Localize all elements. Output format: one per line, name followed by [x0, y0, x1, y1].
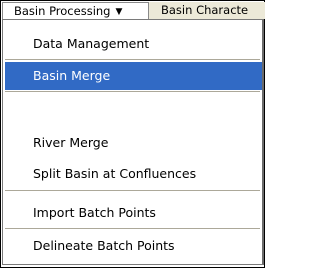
menu-bar: Basin Processing ▼ Basin Characte — [2, 2, 265, 19]
menu-basin-characteristics[interactable]: Basin Characte — [152, 2, 265, 19]
menu-item-split-basin-at-confluences[interactable]: Split Basin at Confluences — [5, 160, 262, 188]
menu-basin-processing[interactable]: Basin Processing ▼ — [2, 2, 149, 19]
menu-item-import-batch-points[interactable]: Import Batch Points — [5, 199, 262, 227]
basin-processing-dropdown: Data Management Basin Merge River Merge … — [2, 19, 264, 265]
menu-separator — [5, 190, 260, 192]
menu-item-basin-merge[interactable]: Basin Merge — [5, 62, 262, 90]
menu-item-data-management[interactable]: Data Management — [5, 30, 262, 58]
menu-item-delineate-batch-points[interactable]: Delineate Batch Points — [5, 232, 262, 260]
menu-basin-processing-label: Basin Processing — [14, 4, 111, 18]
menu-basin-characteristics-label: Basin Characte — [161, 3, 249, 17]
menu-separator — [5, 228, 260, 230]
window-frame: Basin Processing ▼ Basin Characte Data Ma… — [0, 0, 265, 268]
caret-down-icon: ▼ — [115, 7, 123, 17]
menu-item-river-merge[interactable]: River Merge — [5, 129, 262, 157]
menu-separator — [5, 91, 260, 93]
menu-separator — [5, 59, 260, 61]
